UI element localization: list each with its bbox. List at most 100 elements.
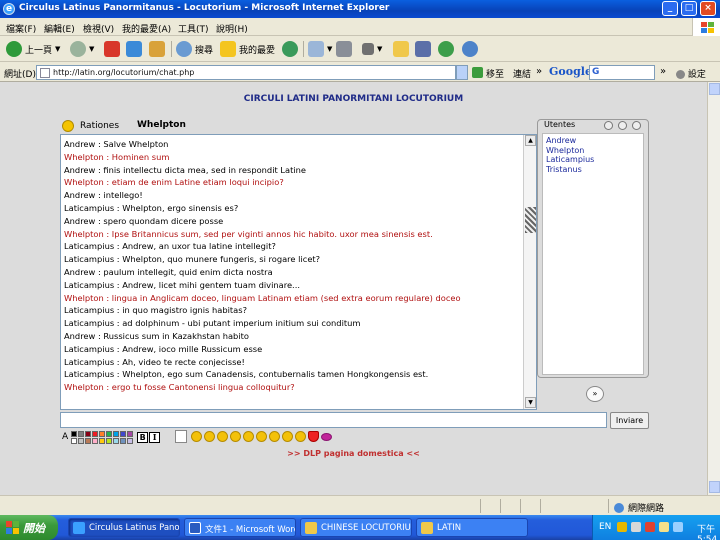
search-button[interactable]: 搜尋 — [176, 40, 213, 58]
go-button[interactable]: 移至 — [486, 67, 504, 80]
history-button[interactable] — [282, 40, 298, 58]
links-chevron-icon[interactable]: » — [536, 66, 542, 77]
neutral-emoticon-icon[interactable] — [295, 431, 306, 442]
color-swatch[interactable] — [85, 430, 92, 437]
cool-emoticon-icon[interactable] — [282, 431, 293, 442]
refresh-button[interactable] — [126, 40, 142, 58]
laugh-emoticon-icon[interactable] — [230, 431, 241, 442]
page-scroll-up-icon[interactable] — [709, 83, 720, 95]
address-dropdown-button[interactable] — [456, 65, 468, 80]
taskbar-item-folder-latin[interactable]: LATIN — [416, 518, 528, 537]
color-swatch[interactable] — [92, 437, 99, 444]
language-indicator[interactable]: EN — [599, 522, 611, 532]
color-swatch[interactable] — [78, 437, 85, 444]
user-list-item[interactable]: Tristanus — [546, 165, 640, 175]
color-swatch[interactable] — [78, 430, 85, 437]
info-icon[interactable] — [632, 121, 641, 130]
color-swatch[interactable] — [127, 430, 134, 437]
stop-button[interactable] — [104, 40, 120, 58]
color-swatch[interactable] — [106, 430, 113, 437]
folder-button[interactable] — [393, 40, 409, 58]
print-button[interactable] — [336, 40, 352, 58]
close-button[interactable]: × — [700, 1, 716, 16]
user-list-item[interactable]: Whelpton — [546, 146, 640, 156]
page-scrollbar[interactable] — [707, 82, 720, 495]
minimize-button[interactable]: _ — [662, 1, 678, 16]
network-icon[interactable] — [659, 522, 669, 532]
color-swatch[interactable] — [106, 437, 113, 444]
scroll-down-arrow-icon[interactable]: ▼ — [525, 397, 536, 408]
color-swatch[interactable] — [99, 437, 106, 444]
toolbar-separator — [171, 41, 172, 57]
taskbar-item-word[interactable]: 文件1 - Microsoft Word — [184, 518, 296, 537]
color-swatch[interactable] — [71, 437, 78, 444]
menu-edit[interactable]: 編輯(E) — [44, 22, 75, 35]
heart-emoticon-icon[interactable] — [308, 431, 319, 442]
smile-emoticon-icon[interactable] — [191, 431, 202, 442]
menu-file[interactable]: 檔案(F) — [6, 22, 36, 35]
color-swatch[interactable] — [127, 437, 134, 444]
start-button[interactable]: 開始 — [0, 515, 58, 540]
color-swatch[interactable] — [71, 430, 78, 437]
chat-scrollbar[interactable]: ▲ ▼ — [523, 135, 536, 409]
page-scroll-down-icon[interactable] — [709, 481, 720, 493]
scroll-up-arrow-icon[interactable]: ▲ — [525, 135, 536, 146]
color-swatch[interactable] — [99, 430, 106, 437]
surprised-emoticon-icon[interactable] — [256, 431, 267, 442]
google-search-input[interactable]: G — [589, 65, 655, 80]
sound-icon[interactable] — [618, 121, 627, 130]
links-button[interactable]: 連結 — [513, 67, 531, 80]
volume-icon[interactable] — [673, 522, 683, 532]
color-swatch[interactable] — [120, 430, 127, 437]
angry-emoticon-icon[interactable] — [243, 431, 254, 442]
search-label: 搜尋 — [195, 45, 214, 56]
wink-emoticon-icon[interactable] — [217, 431, 228, 442]
address-input[interactable]: http://latin.org/locutorium/chat.php — [36, 65, 456, 80]
menu-tools[interactable]: 工具(T) — [178, 22, 209, 35]
research-button[interactable] — [415, 40, 431, 58]
kiss-emoticon-icon[interactable] — [321, 433, 332, 441]
google-chevron-icon[interactable]: » — [660, 66, 666, 77]
keyboard-icon[interactable] — [631, 522, 641, 532]
security-alert-icon[interactable] — [645, 522, 655, 532]
send-button[interactable]: Inviare — [610, 412, 649, 429]
settings-button[interactable]: 設定 — [676, 67, 706, 80]
round-send-button[interactable]: » — [586, 386, 604, 402]
color-swatch[interactable] — [113, 430, 120, 437]
user-list-item[interactable]: Laticampius — [546, 155, 640, 165]
maximize-button[interactable]: □ — [681, 1, 697, 16]
taskbar-item-ie[interactable]: Circulus Latinus Panor... — [68, 518, 180, 537]
status-pane — [608, 499, 609, 513]
mail-button[interactable]: ▼ — [308, 40, 332, 58]
message-input[interactable] — [60, 412, 607, 428]
chat-message: Laticampius : Whelpton, ergo sinensis es… — [64, 202, 239, 213]
italic-button[interactable]: I — [149, 431, 161, 443]
messenger-button[interactable] — [438, 40, 454, 58]
scroll-thumb[interactable] — [525, 207, 536, 233]
user-list-item[interactable]: Andrew — [546, 136, 640, 146]
input-method-icon[interactable] — [617, 522, 627, 532]
sad-emoticon-icon[interactable] — [269, 431, 280, 442]
go-arrow-icon[interactable] — [472, 67, 483, 78]
menu-favorites[interactable]: 我的最愛(A) — [122, 22, 171, 35]
home-page-link[interactable]: >> DLP pagina domestica << — [0, 449, 707, 458]
forward-button[interactable]: ▼ — [70, 40, 94, 58]
bold-button[interactable]: B — [137, 431, 149, 443]
back-button[interactable]: 上一頁 ▼ — [6, 40, 60, 58]
chat-message: Laticampius : ad dolphinum - ubi putant … — [64, 318, 361, 329]
page-content: CIRCULI LATINI PANORMITANI LOCUTORIUM Ra… — [0, 82, 707, 495]
favorites-button[interactable]: 我的最愛 — [220, 40, 275, 58]
menu-view[interactable]: 檢視(V) — [83, 22, 114, 35]
color-swatch[interactable] — [120, 437, 127, 444]
color-swatch[interactable] — [113, 437, 120, 444]
color-swatch[interactable] — [92, 430, 99, 437]
settings-gear-icon[interactable] — [604, 121, 613, 130]
home-button[interactable] — [149, 40, 165, 58]
edit-button[interactable]: ▼ — [362, 40, 382, 58]
grin-emoticon-icon[interactable] — [204, 431, 215, 442]
emoticon-checkbox[interactable] — [175, 430, 187, 443]
msn-button[interactable] — [462, 40, 478, 58]
menu-help[interactable]: 說明(H) — [216, 22, 248, 35]
color-swatch[interactable] — [85, 437, 92, 444]
taskbar-item-folder-chinese[interactable]: CHINESE LOCUTORIUM — [300, 518, 412, 537]
